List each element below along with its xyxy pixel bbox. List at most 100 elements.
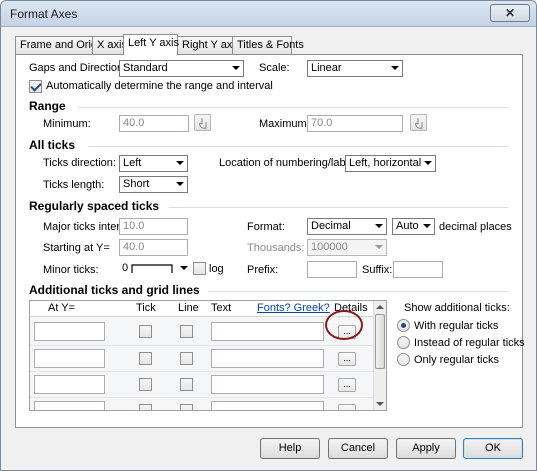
chevron-down-icon bbox=[232, 66, 240, 70]
hand-icon bbox=[415, 118, 423, 129]
grid-scrollbar[interactable] bbox=[373, 301, 386, 410]
thousands-value: 100000 bbox=[311, 241, 348, 253]
scroll-up-arrow-icon[interactable] bbox=[376, 305, 384, 309]
format-select[interactable]: Decimal bbox=[307, 218, 387, 235]
chevron-down-icon bbox=[375, 245, 383, 249]
ticks-length-value: Short bbox=[123, 178, 150, 190]
scale-value: Linear bbox=[311, 62, 342, 74]
log-checkbox[interactable] bbox=[193, 262, 206, 275]
ticks-direction-value: Left bbox=[123, 157, 142, 169]
row4-text-input[interactable] bbox=[211, 401, 324, 410]
col-at-y: At Y= bbox=[48, 302, 76, 314]
only-regular-ticks-label: Only regular ticks bbox=[414, 354, 499, 366]
prefix-input[interactable] bbox=[307, 261, 357, 278]
tab-right-y-axis[interactable]: Right Y axis bbox=[177, 36, 240, 54]
thousands-select[interactable]: 100000 bbox=[307, 239, 387, 256]
tab-x-axis[interactable]: X axis bbox=[92, 36, 127, 54]
format-axes-dialog: Format Axes ✕ Frame and Origin X axis Le… bbox=[0, 0, 537, 471]
row3-tick-checkbox[interactable] bbox=[139, 378, 152, 391]
help-button[interactable]: Help bbox=[260, 438, 320, 459]
row2-details-button[interactable]: ... bbox=[338, 352, 356, 366]
gaps-direction-select[interactable]: Standard bbox=[119, 60, 244, 77]
maximum-input[interactable]: 70.0 bbox=[307, 115, 403, 132]
tab-titles-and-fonts[interactable]: Titles & Fonts bbox=[232, 36, 304, 54]
ticks-length-label: Ticks length: bbox=[43, 179, 105, 191]
chevron-down-icon bbox=[180, 266, 188, 270]
ticks-direction-select[interactable]: Left bbox=[119, 155, 188, 172]
row4-line-checkbox[interactable] bbox=[180, 404, 193, 410]
col-tick: Tick bbox=[136, 302, 156, 314]
minor-ticks-label: Minor ticks: bbox=[43, 264, 99, 276]
ticks-direction-label: Ticks direction: bbox=[43, 157, 116, 169]
location-select[interactable]: Left, horizontal bbox=[345, 155, 436, 172]
major-interval-input[interactable]: 10.0 bbox=[119, 218, 188, 235]
ok-button[interactable]: OK bbox=[463, 438, 523, 459]
instead-of-regular-ticks-radio[interactable] bbox=[397, 336, 410, 349]
suffix-input[interactable] bbox=[393, 261, 443, 278]
row2-text-input[interactable] bbox=[211, 349, 324, 368]
only-regular-ticks-radio[interactable] bbox=[397, 353, 410, 366]
log-label: log bbox=[209, 263, 224, 275]
row2-line-checkbox[interactable] bbox=[180, 352, 193, 365]
maximum-label: Maximum: bbox=[259, 118, 310, 130]
apply-button[interactable]: Apply bbox=[396, 438, 456, 459]
minimum-input[interactable]: 40.0 bbox=[119, 115, 189, 132]
row3-line-checkbox[interactable] bbox=[180, 378, 193, 391]
with-regular-ticks-radio[interactable] bbox=[397, 319, 410, 332]
maximum-pick-button[interactable] bbox=[410, 114, 427, 131]
row1-at-y-input[interactable] bbox=[34, 322, 105, 341]
row4-details-button[interactable]: ... bbox=[338, 404, 356, 410]
col-line: Line bbox=[178, 302, 199, 314]
fonts-greek-link[interactable]: Fonts? Greek? bbox=[257, 302, 330, 314]
instead-of-regular-ticks-label: Instead of regular ticks bbox=[414, 337, 525, 349]
additional-ticks-heading: Additional ticks and grid lines bbox=[29, 283, 200, 297]
close-button[interactable]: ✕ bbox=[490, 4, 530, 22]
row1-tick-checkbox[interactable] bbox=[139, 325, 152, 338]
row3-details-button[interactable]: ... bbox=[338, 378, 356, 392]
row2-at-y-input[interactable] bbox=[34, 349, 105, 368]
auto-range-label: Automatically determine the range and in… bbox=[46, 80, 273, 92]
row3-text-input[interactable] bbox=[211, 375, 324, 394]
thousands-label: Thousands: bbox=[247, 242, 305, 254]
scroll-thumb[interactable] bbox=[375, 314, 385, 369]
show-additional-ticks-label: Show additional ticks: bbox=[404, 302, 510, 314]
regular-ticks-divider bbox=[169, 207, 508, 208]
starting-at-input[interactable]: 40.0 bbox=[119, 239, 188, 256]
row2-tick-checkbox[interactable] bbox=[139, 352, 152, 365]
col-text: Text bbox=[211, 302, 232, 314]
grid-header: At Y= Tick Line Text Fonts? Greek? Detai… bbox=[30, 301, 375, 317]
row-divider bbox=[30, 345, 375, 346]
minor-ticks-select[interactable]: 0 bbox=[119, 261, 188, 278]
minor-ticks-value: 0 bbox=[122, 262, 129, 274]
chevron-down-icon bbox=[176, 161, 184, 165]
cancel-button[interactable]: Cancel bbox=[328, 438, 388, 459]
prefix-label: Prefix: bbox=[247, 264, 279, 276]
format-label: Format: bbox=[247, 221, 285, 233]
all-ticks-divider bbox=[88, 146, 508, 147]
range-heading: Range bbox=[29, 99, 66, 113]
auto-range-checkbox[interactable] bbox=[29, 80, 42, 93]
minimum-label: Minimum: bbox=[43, 118, 91, 130]
scale-label: Scale: bbox=[259, 62, 290, 74]
scroll-down-arrow-icon[interactable] bbox=[376, 402, 384, 406]
row1-text-input[interactable] bbox=[211, 322, 324, 341]
decimals-select[interactable]: Auto bbox=[392, 218, 435, 235]
row1-line-checkbox[interactable] bbox=[180, 325, 193, 338]
row4-tick-checkbox[interactable] bbox=[139, 404, 152, 410]
scale-select[interactable]: Linear bbox=[307, 60, 403, 77]
decimals-value: Auto bbox=[396, 220, 419, 232]
chevron-down-icon bbox=[176, 182, 184, 186]
all-ticks-heading: All ticks bbox=[29, 138, 76, 152]
tab-frame-and-origin[interactable]: Frame and Origin bbox=[15, 36, 106, 54]
chevron-down-icon bbox=[375, 224, 383, 228]
starting-at-label: Starting at Y= bbox=[43, 242, 110, 254]
chevron-down-icon bbox=[423, 224, 431, 228]
tab-left-y-axis[interactable]: Left Y axis bbox=[123, 34, 179, 55]
row3-at-y-input[interactable] bbox=[34, 375, 105, 394]
with-regular-ticks-label: With regular ticks bbox=[414, 320, 499, 332]
format-value: Decimal bbox=[311, 220, 351, 232]
minimum-pick-button[interactable] bbox=[194, 114, 211, 131]
minor-ticks-preview-icon bbox=[131, 264, 173, 273]
ticks-length-select[interactable]: Short bbox=[119, 176, 188, 193]
row4-at-y-input[interactable] bbox=[34, 401, 105, 410]
